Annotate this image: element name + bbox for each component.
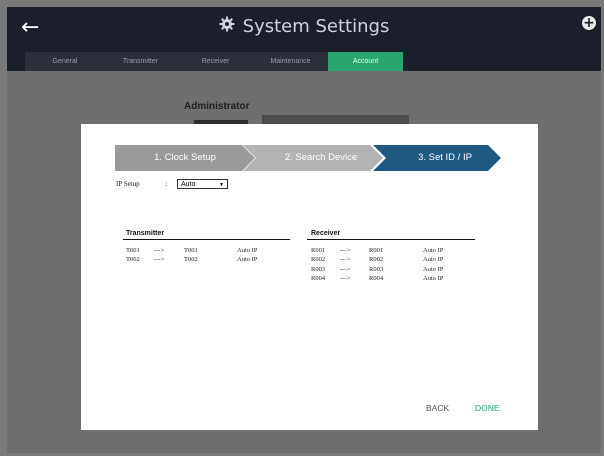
back-button[interactable]: BACK [426,403,449,413]
ip-setup-label: IP Setup [116,180,140,188]
rx-mode: Auto IP [423,247,444,254]
rx-from: R003 [311,266,326,273]
tx-from: T002 [126,256,140,263]
step-label-search-device: 2. Search Device [284,152,358,163]
transmitter-divider [123,239,290,240]
tx-arrow: ---> [154,256,165,263]
tx-mode: Auto IP [237,256,258,263]
rx-to: R001 [369,247,384,254]
gear-icon [219,12,235,42]
chevron-down-icon: ▼ [219,182,224,188]
rx-mode: Auto IP [423,256,444,263]
rx-arrow: ---> [340,275,351,282]
tab-general[interactable]: General [25,52,105,71]
tab-account[interactable]: Account [328,52,403,71]
administrator-heading: Administrator [184,101,250,112]
rx-to: R004 [369,275,384,282]
rx-mode: Auto IP [423,275,444,282]
plus-icon[interactable]: + [582,16,596,30]
receiver-divider [307,239,475,240]
tx-to: T002 [184,256,198,263]
ip-setup-value: Auto [181,181,196,188]
rx-arrow: ---> [340,266,351,273]
tab-transmitter[interactable]: Transmitter [103,52,178,71]
tx-mode: Auto IP [237,247,258,254]
rx-arrow: ---> [340,247,351,254]
rx-to: R003 [369,266,384,273]
step-set-id-ip[interactable]: 3. Set ID / IP [373,145,501,171]
tab-maintenance[interactable]: Maintenance [253,52,328,71]
top-bar: ← System Settings + [7,7,601,51]
receiver-heading: Receiver [311,230,341,237]
step-clock-setup[interactable]: 1. Clock Setup [115,145,255,171]
step-search-device[interactable]: 2. Search Device [243,145,383,171]
rx-from: R001 [311,247,326,254]
tab-receiver[interactable]: Receiver [178,52,253,71]
tx-arrow: ---> [154,247,165,254]
page-title: System Settings [7,12,601,42]
title-text: System Settings [242,16,390,37]
step-label-set-id-ip: 3. Set ID / IP [418,152,472,163]
tx-to: T001 [184,247,198,254]
ip-setup-colon: : [165,180,168,188]
setup-wizard-dialog: 1. Clock Setup 2. Search Device 3. Set I… [81,124,538,430]
tab-bar: General Transmitter Receiver Maintenance… [7,52,601,71]
rx-from: R002 [311,256,326,263]
rx-mode: Auto IP [423,266,444,273]
rx-arrow: ---> [340,256,351,263]
step-label-clock-setup: 1. Clock Setup [154,152,216,163]
tx-from: T001 [126,247,140,254]
transmitter-heading: Transmitter [126,230,165,237]
ip-setup-select[interactable]: Auto ▼ [177,179,228,189]
done-button[interactable]: DONE [475,403,500,413]
rx-from: R004 [311,275,326,282]
rx-to: R002 [369,256,384,263]
